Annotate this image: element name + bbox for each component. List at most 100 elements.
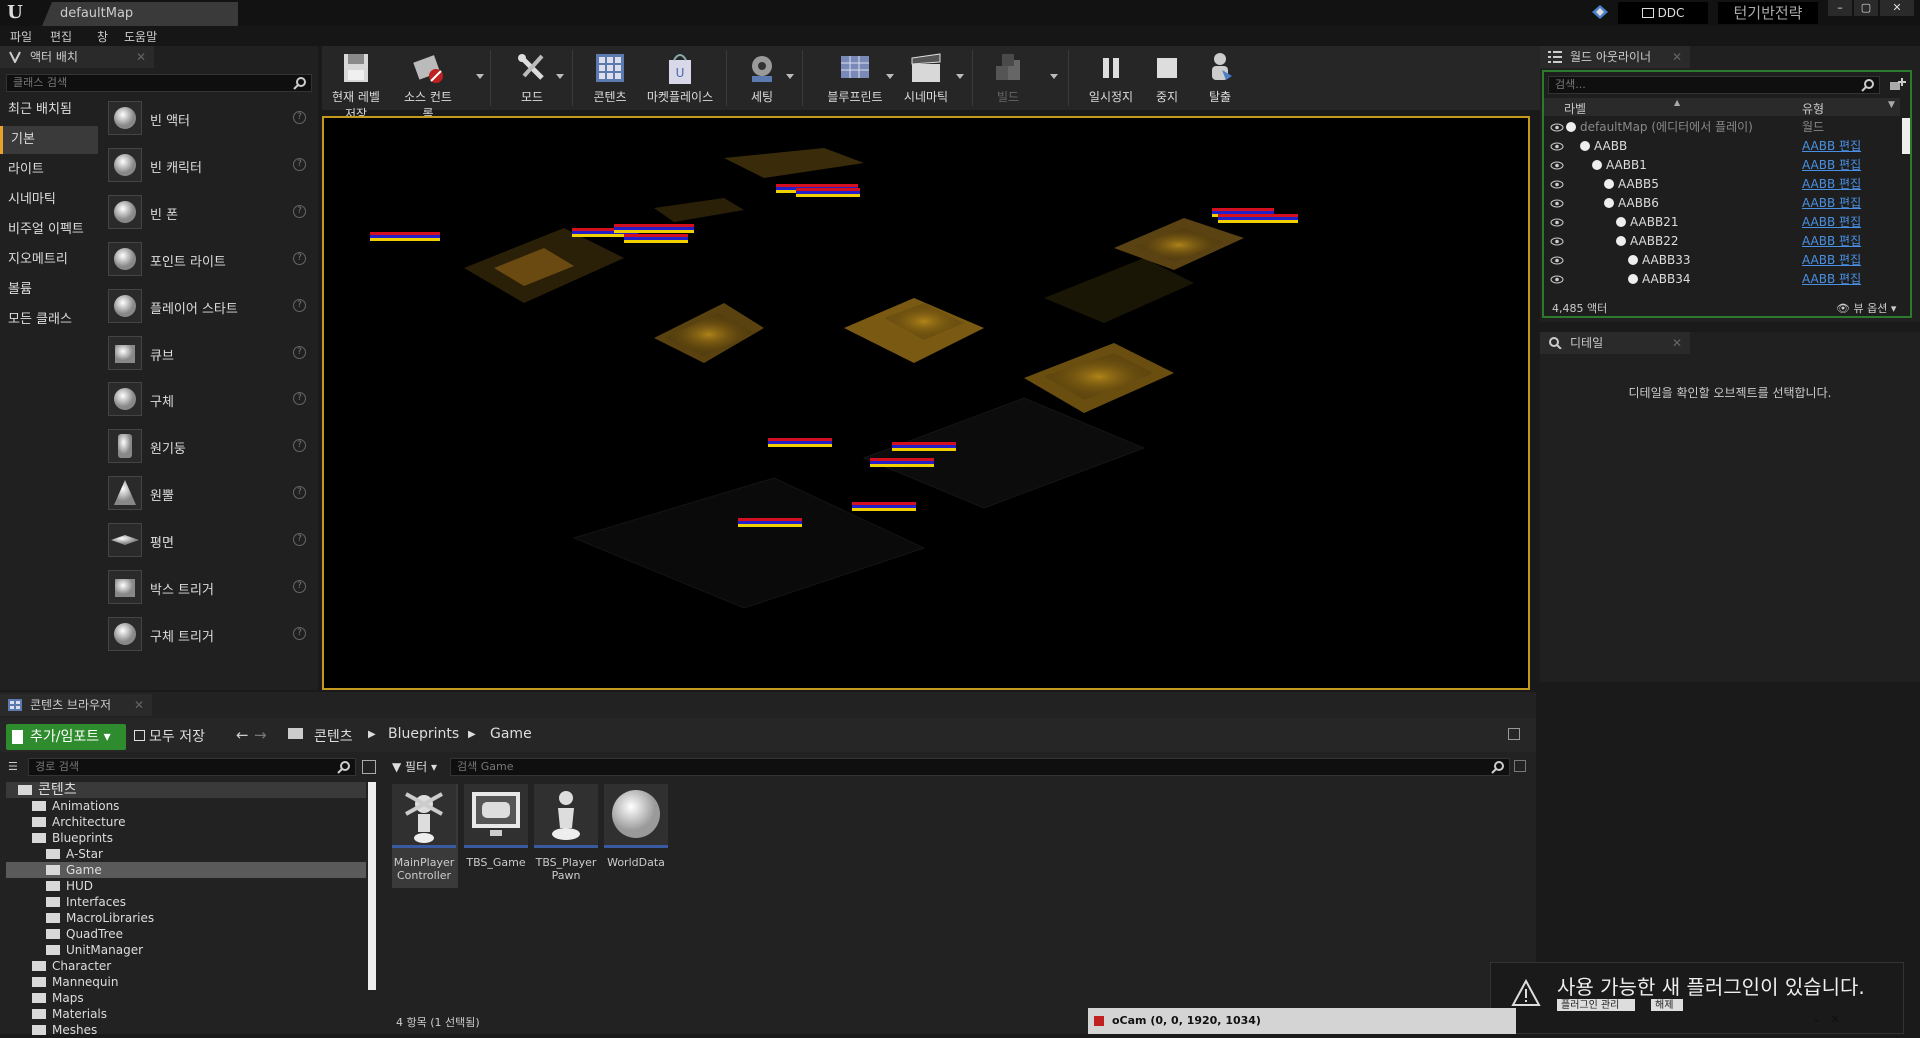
column-dropdown-icon[interactable]: ▼ [1888,100,1895,110]
folder-tree-item[interactable]: A-Star [6,846,366,862]
category-item[interactable]: 볼륨 [0,276,98,304]
outliner-row[interactable]: AABB22 AABB 편집 [1544,232,1900,251]
blueprints-dropdown-icon[interactable] [886,74,894,79]
outliner-row[interactable]: AABB1 AABB 편집 [1544,156,1900,175]
content-browser-tab[interactable]: 콘텐츠 브라우저 ✕ [0,694,152,716]
help-icon[interactable]: ? [293,486,306,500]
help-icon[interactable]: ? [293,298,306,312]
folder-tree-item[interactable]: HUD [6,878,366,894]
ddc-button[interactable]: DDC [1618,2,1708,24]
add-import-button[interactable]: 추가/임포트 ▾ [6,724,126,750]
category-item[interactable]: 기본 [0,126,98,154]
minimize-button[interactable]: – [1828,0,1852,16]
folder-tree-item[interactable]: Animations [6,798,366,814]
manage-plugins-button[interactable]: 플러그인 관리 [1557,999,1635,1011]
outliner-row[interactable]: AABB33 AABB 편집 [1544,251,1900,270]
filter-button[interactable]: ▼ 필터 ▾ [392,758,444,776]
folder-tree-item[interactable]: 콘텐츠 [6,782,366,798]
visibility-eye-icon[interactable] [1550,218,1564,227]
build-button[interactable]: 빌드 [982,48,1034,108]
category-item[interactable]: 라이트 [0,156,98,184]
place-item[interactable]: 박스 트리거? [100,565,312,609]
visibility-eye-icon[interactable] [1550,237,1564,246]
build-dropdown-icon[interactable] [1050,74,1058,79]
breadcrumb-separator-icon[interactable]: ▶ [468,729,476,740]
folder-tree-item[interactable]: Interfaces [6,894,366,910]
world-outliner-tab[interactable]: 월드 아웃라이너 ✕ [1540,46,1690,68]
folder-tree-item[interactable]: Architecture [6,814,366,830]
source-control-button[interactable]: 소스 컨트롤 [400,48,456,121]
unreal-logo-icon[interactable]: U [4,2,26,24]
help-icon[interactable]: ? [293,345,306,359]
dismiss-button[interactable]: 해제 [1651,999,1683,1011]
folder-tree-item[interactable]: Materials [6,1006,366,1022]
collections-icon[interactable] [362,760,376,774]
details-tab[interactable]: 디테일 ✕ [1540,332,1690,354]
place-item[interactable]: 빈 캐릭터? [100,143,312,187]
outliner-scrollbar[interactable] [1902,118,1910,154]
modes-button[interactable]: 모드 [504,48,560,108]
toggle-sources-icon[interactable]: ☰ [8,760,24,774]
visibility-eye-icon[interactable] [1550,180,1564,189]
folder-tree-item[interactable]: QuadTree [6,926,366,942]
asset-main-player-controller[interactable]: MainPlayer Controller [392,784,458,888]
close-window-button[interactable]: ✕ [1880,0,1914,16]
outliner-row-type[interactable]: AABB 편집 [1802,270,1861,289]
content-button[interactable]: 콘텐츠 [584,48,636,108]
folder-tree-item[interactable]: Mannequin [6,974,366,990]
place-actors-tab[interactable]: 액터 배치 ✕ [0,46,154,68]
outliner-options-icon[interactable] [1888,76,1906,94]
menu-file[interactable]: 파일 [10,28,32,45]
help-icon[interactable]: ? [293,392,306,406]
outliner-row-type[interactable]: AABB 편집 [1802,194,1861,213]
help-icon[interactable]: ? [293,439,306,453]
menu-window[interactable]: 창 [97,28,108,45]
blueprints-button[interactable]: 블루프린트 [820,48,890,108]
place-item[interactable]: 빈 폰? [100,190,312,234]
maximize-button[interactable]: ▢ [1854,0,1878,16]
menu-edit[interactable]: 편집 [50,28,72,45]
modes-dropdown-icon[interactable] [556,74,564,79]
level-viewport[interactable] [322,116,1530,690]
folder-tree-item[interactable]: Game [6,862,366,878]
ocam-minimize-button[interactable]: – [1814,1008,1820,1034]
place-item[interactable]: 평면? [100,518,312,562]
path-search-input[interactable]: 경로 검색 [28,758,356,776]
lock-icon[interactable] [1508,728,1520,740]
pause-button[interactable]: 일시정지 [1082,48,1140,108]
ocam-close-button[interactable]: ✕ [1830,1012,1840,1026]
map-tab[interactable]: defaultMap [42,2,238,26]
folder-tree-item[interactable]: MacroLibraries [6,910,366,926]
help-icon[interactable]: ? [293,626,306,640]
outliner-row[interactable]: AABB6 AABB 편집 [1544,194,1900,213]
place-item[interactable]: 구체? [100,377,312,421]
save-all-button[interactable]: 모두 저장 [134,726,205,746]
asset-search-input[interactable]: 검색 Game [450,758,1510,776]
visibility-eye-icon[interactable] [1550,199,1564,208]
help-icon[interactable]: ? [293,111,306,124]
outliner-row-type[interactable]: AABB 편집 [1802,232,1861,251]
breadcrumb-game[interactable]: Game [490,726,532,742]
outliner-row-type[interactable]: AABB 편집 [1802,175,1861,194]
place-item[interactable]: 구체 트리거? [100,612,312,656]
outliner-row[interactable]: defaultMap (에디터에서 플레이) 월드 [1544,118,1900,137]
eject-button[interactable]: 탈출 [1198,48,1242,108]
visibility-eye-icon[interactable] [1550,275,1564,284]
place-item[interactable]: 빈 액터? [100,96,312,140]
outliner-row[interactable]: AABB5 AABB 편집 [1544,175,1900,194]
settings-dropdown-icon[interactable] [786,74,794,79]
asset-tbs-player-pawn[interactable]: TBS_Player Pawn [534,784,598,888]
outliner-row-type[interactable]: AABB 편집 [1802,137,1861,156]
place-item[interactable]: 플레이어 스타트? [100,284,312,328]
help-icon[interactable]: ? [293,204,306,218]
outliner-row[interactable]: AABB AABB 편집 [1544,137,1900,156]
stop-button[interactable]: 중지 [1146,48,1188,108]
folder-tree-item[interactable]: Blueprints [6,830,366,846]
outliner-row-type[interactable]: AABB 편집 [1802,251,1861,270]
cinematics-dropdown-icon[interactable] [956,74,964,79]
visibility-eye-icon[interactable] [1550,123,1564,132]
settings-button[interactable]: 세팅 [734,48,790,108]
source-control-icon[interactable] [1592,5,1608,19]
cinematics-button[interactable]: 시네마틱 [896,48,956,108]
outliner-row-type[interactable]: AABB 편집 [1802,213,1861,232]
